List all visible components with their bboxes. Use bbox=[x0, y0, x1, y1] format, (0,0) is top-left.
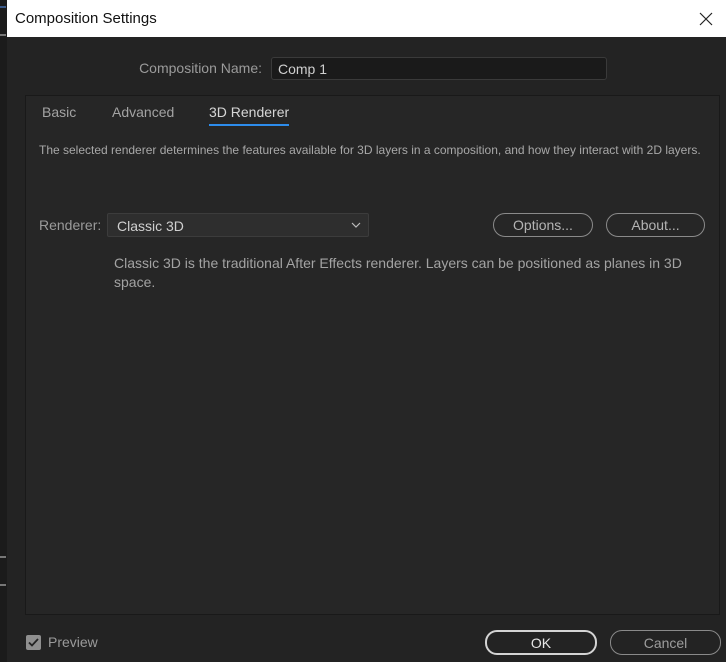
chevron-down-icon bbox=[351, 222, 361, 228]
cancel-button-label: Cancel bbox=[643, 634, 688, 651]
ok-button-label: OK bbox=[530, 634, 552, 651]
checkmark-icon bbox=[28, 637, 39, 647]
renderer-description: The selected renderer determines the fea… bbox=[39, 143, 701, 157]
close-icon bbox=[699, 12, 713, 25]
tab-advanced[interactable]: Advanced bbox=[112, 104, 174, 123]
dialog-title: Composition Settings bbox=[15, 10, 157, 27]
cancel-button[interactable]: Cancel bbox=[610, 630, 721, 655]
about-button-label: About... bbox=[631, 217, 680, 233]
preview-toggle[interactable]: Preview bbox=[26, 634, 98, 650]
edge-mark bbox=[0, 556, 6, 558]
options-button[interactable]: Options... bbox=[493, 213, 593, 237]
composition-name-label: Composition Name: bbox=[139, 60, 262, 76]
preview-checkbox[interactable] bbox=[26, 634, 41, 650]
tab-label: 3D Renderer bbox=[209, 104, 290, 120]
about-button[interactable]: About... bbox=[606, 213, 705, 237]
composition-settings-dialog: Composition Settings Composition Name: B… bbox=[0, 0, 726, 662]
edge-mark bbox=[0, 584, 6, 586]
ok-button[interactable]: OK bbox=[485, 630, 597, 655]
preview-label: Preview bbox=[48, 634, 98, 650]
tab-3d-renderer[interactable]: 3D Renderer bbox=[209, 104, 290, 126]
active-tab-indicator bbox=[209, 124, 290, 126]
tab-label: Advanced bbox=[112, 104, 175, 120]
renderer-label: Renderer: bbox=[39, 217, 102, 233]
tab-basic[interactable]: Basic bbox=[42, 104, 76, 123]
renderer-selected-value: Classic 3D bbox=[117, 218, 184, 234]
renderer-dropdown[interactable]: Classic 3D bbox=[107, 213, 369, 237]
options-button-label: Options... bbox=[513, 217, 573, 233]
background-app-edge bbox=[0, 0, 7, 662]
settings-panel: Basic Advanced 3D Renderer The selected … bbox=[25, 95, 720, 615]
close-button[interactable] bbox=[686, 0, 726, 37]
composition-name-input[interactable] bbox=[271, 57, 607, 80]
edge-mark bbox=[0, 34, 6, 36]
title-bar: Composition Settings bbox=[7, 0, 726, 37]
edge-mark bbox=[0, 6, 6, 8]
tab-label: Basic bbox=[42, 104, 77, 120]
renderer-note: Classic 3D is the traditional After Effe… bbox=[114, 255, 682, 290]
